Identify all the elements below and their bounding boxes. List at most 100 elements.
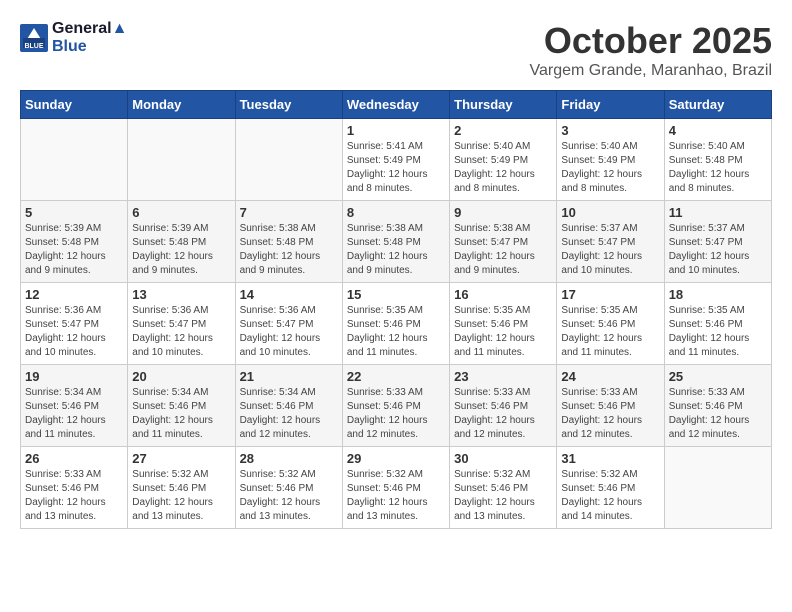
day-info: Sunrise: 5:40 AMSunset: 5:49 PMDaylight:…: [561, 140, 659, 196]
calendar-cell: 6 Sunrise: 5:39 AMSunset: 5:48 PMDayligh…: [128, 201, 235, 283]
day-of-week-header: Thursday: [450, 91, 557, 119]
day-number: 10: [561, 205, 659, 220]
page-header: BLUE General▲ Blue October 2025 Vargem G…: [20, 20, 772, 80]
day-number: 22: [347, 369, 445, 384]
calendar-week-row: 19 Sunrise: 5:34 AMSunset: 5:46 PMDaylig…: [21, 365, 772, 447]
day-number: 4: [669, 123, 767, 138]
calendar-cell: 29 Sunrise: 5:32 AMSunset: 5:46 PMDaylig…: [342, 447, 449, 529]
day-number: 7: [240, 205, 338, 220]
day-info: Sunrise: 5:39 AMSunset: 5:48 PMDaylight:…: [25, 222, 123, 278]
day-info: Sunrise: 5:34 AMSunset: 5:46 PMDaylight:…: [240, 386, 338, 442]
day-number: 27: [132, 451, 230, 466]
calendar-cell: 18 Sunrise: 5:35 AMSunset: 5:46 PMDaylig…: [664, 283, 771, 365]
calendar-cell: 14 Sunrise: 5:36 AMSunset: 5:47 PMDaylig…: [235, 283, 342, 365]
day-info: Sunrise: 5:33 AMSunset: 5:46 PMDaylight:…: [347, 386, 445, 442]
day-number: 5: [25, 205, 123, 220]
calendar-cell: 30 Sunrise: 5:32 AMSunset: 5:46 PMDaylig…: [450, 447, 557, 529]
calendar-cell: 16 Sunrise: 5:35 AMSunset: 5:46 PMDaylig…: [450, 283, 557, 365]
day-info: Sunrise: 5:32 AMSunset: 5:46 PMDaylight:…: [132, 468, 230, 524]
day-info: Sunrise: 5:33 AMSunset: 5:46 PMDaylight:…: [454, 386, 552, 442]
day-info: Sunrise: 5:37 AMSunset: 5:47 PMDaylight:…: [669, 222, 767, 278]
day-of-week-header: Monday: [128, 91, 235, 119]
calendar-cell: 21 Sunrise: 5:34 AMSunset: 5:46 PMDaylig…: [235, 365, 342, 447]
day-number: 6: [132, 205, 230, 220]
day-number: 12: [25, 287, 123, 302]
calendar-cell: 26 Sunrise: 5:33 AMSunset: 5:46 PMDaylig…: [21, 447, 128, 529]
logo-text: General▲ Blue: [52, 20, 127, 56]
calendar-week-row: 12 Sunrise: 5:36 AMSunset: 5:47 PMDaylig…: [21, 283, 772, 365]
day-number: 20: [132, 369, 230, 384]
calendar-cell: 3 Sunrise: 5:40 AMSunset: 5:49 PMDayligh…: [557, 119, 664, 201]
day-info: Sunrise: 5:35 AMSunset: 5:46 PMDaylight:…: [561, 304, 659, 360]
day-number: 28: [240, 451, 338, 466]
calendar-week-row: 26 Sunrise: 5:33 AMSunset: 5:46 PMDaylig…: [21, 447, 772, 529]
calendar-cell: 22 Sunrise: 5:33 AMSunset: 5:46 PMDaylig…: [342, 365, 449, 447]
calendar-cell: [21, 119, 128, 201]
location-title: Vargem Grande, Maranhao, Brazil: [530, 62, 772, 80]
day-info: Sunrise: 5:38 AMSunset: 5:47 PMDaylight:…: [454, 222, 552, 278]
calendar-cell: 1 Sunrise: 5:41 AMSunset: 5:49 PMDayligh…: [342, 119, 449, 201]
day-number: 19: [25, 369, 123, 384]
day-info: Sunrise: 5:35 AMSunset: 5:46 PMDaylight:…: [669, 304, 767, 360]
day-info: Sunrise: 5:34 AMSunset: 5:46 PMDaylight:…: [25, 386, 123, 442]
day-number: 11: [669, 205, 767, 220]
calendar-cell: [128, 119, 235, 201]
calendar-cell: 5 Sunrise: 5:39 AMSunset: 5:48 PMDayligh…: [21, 201, 128, 283]
day-info: Sunrise: 5:32 AMSunset: 5:46 PMDaylight:…: [240, 468, 338, 524]
calendar-week-row: 5 Sunrise: 5:39 AMSunset: 5:48 PMDayligh…: [21, 201, 772, 283]
title-block: October 2025 Vargem Grande, Maranhao, Br…: [530, 20, 772, 80]
day-number: 1: [347, 123, 445, 138]
day-info: Sunrise: 5:33 AMSunset: 5:46 PMDaylight:…: [25, 468, 123, 524]
calendar-cell: 27 Sunrise: 5:32 AMSunset: 5:46 PMDaylig…: [128, 447, 235, 529]
day-number: 16: [454, 287, 552, 302]
day-info: Sunrise: 5:33 AMSunset: 5:46 PMDaylight:…: [669, 386, 767, 442]
day-info: Sunrise: 5:37 AMSunset: 5:47 PMDaylight:…: [561, 222, 659, 278]
day-number: 2: [454, 123, 552, 138]
calendar-cell: 13 Sunrise: 5:36 AMSunset: 5:47 PMDaylig…: [128, 283, 235, 365]
day-number: 30: [454, 451, 552, 466]
day-number: 29: [347, 451, 445, 466]
day-info: Sunrise: 5:38 AMSunset: 5:48 PMDaylight:…: [347, 222, 445, 278]
calendar-cell: 11 Sunrise: 5:37 AMSunset: 5:47 PMDaylig…: [664, 201, 771, 283]
month-title: October 2025: [530, 20, 772, 62]
day-number: 25: [669, 369, 767, 384]
calendar-cell: 9 Sunrise: 5:38 AMSunset: 5:47 PMDayligh…: [450, 201, 557, 283]
calendar-cell: 7 Sunrise: 5:38 AMSunset: 5:48 PMDayligh…: [235, 201, 342, 283]
day-number: 18: [669, 287, 767, 302]
day-info: Sunrise: 5:32 AMSunset: 5:46 PMDaylight:…: [454, 468, 552, 524]
day-number: 15: [347, 287, 445, 302]
calendar-cell: 24 Sunrise: 5:33 AMSunset: 5:46 PMDaylig…: [557, 365, 664, 447]
calendar-cell: 23 Sunrise: 5:33 AMSunset: 5:46 PMDaylig…: [450, 365, 557, 447]
day-info: Sunrise: 5:40 AMSunset: 5:49 PMDaylight:…: [454, 140, 552, 196]
day-info: Sunrise: 5:41 AMSunset: 5:49 PMDaylight:…: [347, 140, 445, 196]
day-number: 24: [561, 369, 659, 384]
calendar-cell: 10 Sunrise: 5:37 AMSunset: 5:47 PMDaylig…: [557, 201, 664, 283]
calendar-cell: 31 Sunrise: 5:32 AMSunset: 5:46 PMDaylig…: [557, 447, 664, 529]
day-info: Sunrise: 5:35 AMSunset: 5:46 PMDaylight:…: [454, 304, 552, 360]
day-number: 13: [132, 287, 230, 302]
calendar-cell: 2 Sunrise: 5:40 AMSunset: 5:49 PMDayligh…: [450, 119, 557, 201]
calendar-cell: 20 Sunrise: 5:34 AMSunset: 5:46 PMDaylig…: [128, 365, 235, 447]
day-info: Sunrise: 5:38 AMSunset: 5:48 PMDaylight:…: [240, 222, 338, 278]
day-of-week-header: Sunday: [21, 91, 128, 119]
day-info: Sunrise: 5:32 AMSunset: 5:46 PMDaylight:…: [561, 468, 659, 524]
day-of-week-header: Tuesday: [235, 91, 342, 119]
day-number: 17: [561, 287, 659, 302]
day-info: Sunrise: 5:35 AMSunset: 5:46 PMDaylight:…: [347, 304, 445, 360]
day-info: Sunrise: 5:39 AMSunset: 5:48 PMDaylight:…: [132, 222, 230, 278]
calendar-table: SundayMondayTuesdayWednesdayThursdayFrid…: [20, 90, 772, 529]
day-number: 3: [561, 123, 659, 138]
day-info: Sunrise: 5:32 AMSunset: 5:46 PMDaylight:…: [347, 468, 445, 524]
calendar-cell: 25 Sunrise: 5:33 AMSunset: 5:46 PMDaylig…: [664, 365, 771, 447]
logo: BLUE General▲ Blue: [20, 20, 127, 56]
day-of-week-header: Saturday: [664, 91, 771, 119]
calendar-cell: 17 Sunrise: 5:35 AMSunset: 5:46 PMDaylig…: [557, 283, 664, 365]
day-info: Sunrise: 5:40 AMSunset: 5:48 PMDaylight:…: [669, 140, 767, 196]
day-info: Sunrise: 5:34 AMSunset: 5:46 PMDaylight:…: [132, 386, 230, 442]
day-of-week-header: Wednesday: [342, 91, 449, 119]
logo-icon: BLUE: [20, 24, 48, 52]
day-number: 21: [240, 369, 338, 384]
calendar-cell: 15 Sunrise: 5:35 AMSunset: 5:46 PMDaylig…: [342, 283, 449, 365]
calendar-week-row: 1 Sunrise: 5:41 AMSunset: 5:49 PMDayligh…: [21, 119, 772, 201]
svg-text:BLUE: BLUE: [24, 43, 43, 50]
